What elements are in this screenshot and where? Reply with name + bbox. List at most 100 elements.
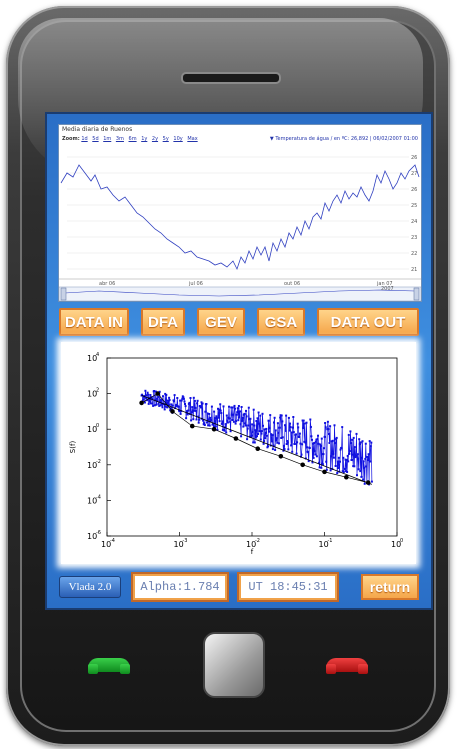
spectrum-point [201,402,204,405]
spectrum-point [275,437,278,440]
spectrum-point [336,472,339,475]
spectrum-point [162,395,164,398]
home-button[interactable] [203,632,265,698]
spectrum-point [206,421,208,424]
end-call-icon[interactable] [326,658,368,674]
spectrum-point [149,394,152,396]
spectrum-point [147,402,150,405]
x-tick-exponent: -2 [255,538,260,544]
x-tick-label: jul 06 [188,281,203,287]
spectrum-point [224,423,227,426]
spectrum-point [346,471,349,473]
spectrum-point [358,438,361,441]
spectrum-point [205,403,208,405]
zoom-option[interactable]: Max [187,136,197,142]
spectrum-point [337,456,340,459]
vlada-app-button[interactable]: Vlada 2.0 [59,576,121,598]
spectrum-point [298,432,301,435]
data-in-button[interactable]: DATA IN [59,308,129,336]
x-tick-exponent: 0 [400,538,403,544]
spectrum-point [239,423,242,426]
navigator-handle-left[interactable] [60,287,67,301]
x-tick-label: out 06 [284,281,300,287]
spectrum-point [343,467,346,470]
spectrum-point [363,466,366,469]
phone-screen: Media diaria de Ruenos Zoom: 1d 5d 1m 3m… [45,112,433,610]
spectrum-point [195,409,197,412]
navigator-pane[interactable] [59,286,421,301]
spectrum-point [259,414,262,417]
spectrum-point [219,409,222,412]
y-tick-label: 27 [411,171,417,177]
spectrum-point [369,445,372,448]
zoom-option[interactable]: 5d [92,136,98,142]
dfa-button[interactable]: DFA [141,308,185,336]
spectrum-point [243,412,246,415]
spectrum-point [326,420,329,423]
spectrum-point [157,402,160,405]
spectrum-point [192,396,195,399]
spectrum-point [231,419,234,421]
spectrum-point [276,422,279,425]
navigator-label: 2007 [381,286,394,292]
zoom-option[interactable]: 1m [103,136,111,142]
spectrum-point [179,412,182,415]
spectrum-point [311,438,313,441]
spectrum-point [173,400,175,403]
spectrum-point [223,429,226,432]
spectrum-point [367,453,370,456]
spectrum-point [347,433,350,436]
zoom-option[interactable]: 10y [173,136,182,142]
call-icon[interactable] [88,658,130,674]
spectrum-point [259,438,262,441]
spectrum-point [284,424,286,427]
navigator-handle-right[interactable] [413,287,420,301]
spectrum-point [320,466,323,469]
alpha-readout: Alpha:1.784 [131,572,229,602]
gsa-button[interactable]: GSA [257,308,305,336]
spectrum-point [245,409,247,412]
spectrum-point [336,460,339,463]
spectrum-point [282,444,285,447]
spectrum-point [364,442,367,445]
spectrum-point [251,423,254,426]
zoom-option[interactable]: 2y [152,136,158,142]
spectrum-point [271,448,274,451]
spectrum-point [288,429,291,432]
spectrum-point [327,428,330,431]
gev-button[interactable]: GEV [197,308,245,336]
return-button[interactable]: return [361,574,419,600]
spectrum-point [256,417,259,420]
spectrum-point [297,426,300,429]
spectrum-point [204,410,207,413]
y-tick-label: 25 [411,203,417,209]
spectrum-point [257,433,260,435]
y-axis-label: S(f) [69,441,77,454]
time-series-plot[interactable]: 26 27 26 25 24 23 22 21 abr 06 jul 06 ou… [59,143,421,301]
data-out-button[interactable]: DATA OUT [317,308,419,336]
spectrum-point [306,446,308,449]
spectrum-point [165,393,168,396]
spectrum-point [302,427,305,429]
spectrum-point [265,427,268,430]
spectrum-point [156,397,159,400]
zoom-option[interactable]: 1d [81,136,87,142]
zoom-option[interactable]: 6m [129,136,137,142]
zoom-option[interactable]: 3m [116,136,124,142]
spectrum-point [337,467,340,469]
spectrum-point [195,418,198,421]
spectrum-point [262,424,264,427]
spectrum-point [249,417,252,420]
zoom-option[interactable]: 1y [141,136,147,142]
spectrum-point [314,440,317,443]
spectrum-point [316,438,319,441]
zoom-option[interactable]: 5y [163,136,169,142]
spectrum-point [208,413,211,415]
spectrum-point [322,453,325,456]
spectrum-point [359,470,362,473]
spectrum-point [233,404,236,407]
spectrum-point [281,420,284,423]
x-tick-exponent: -4 [110,538,115,544]
spectrum-point [296,422,299,425]
spectrum-point [283,448,286,451]
